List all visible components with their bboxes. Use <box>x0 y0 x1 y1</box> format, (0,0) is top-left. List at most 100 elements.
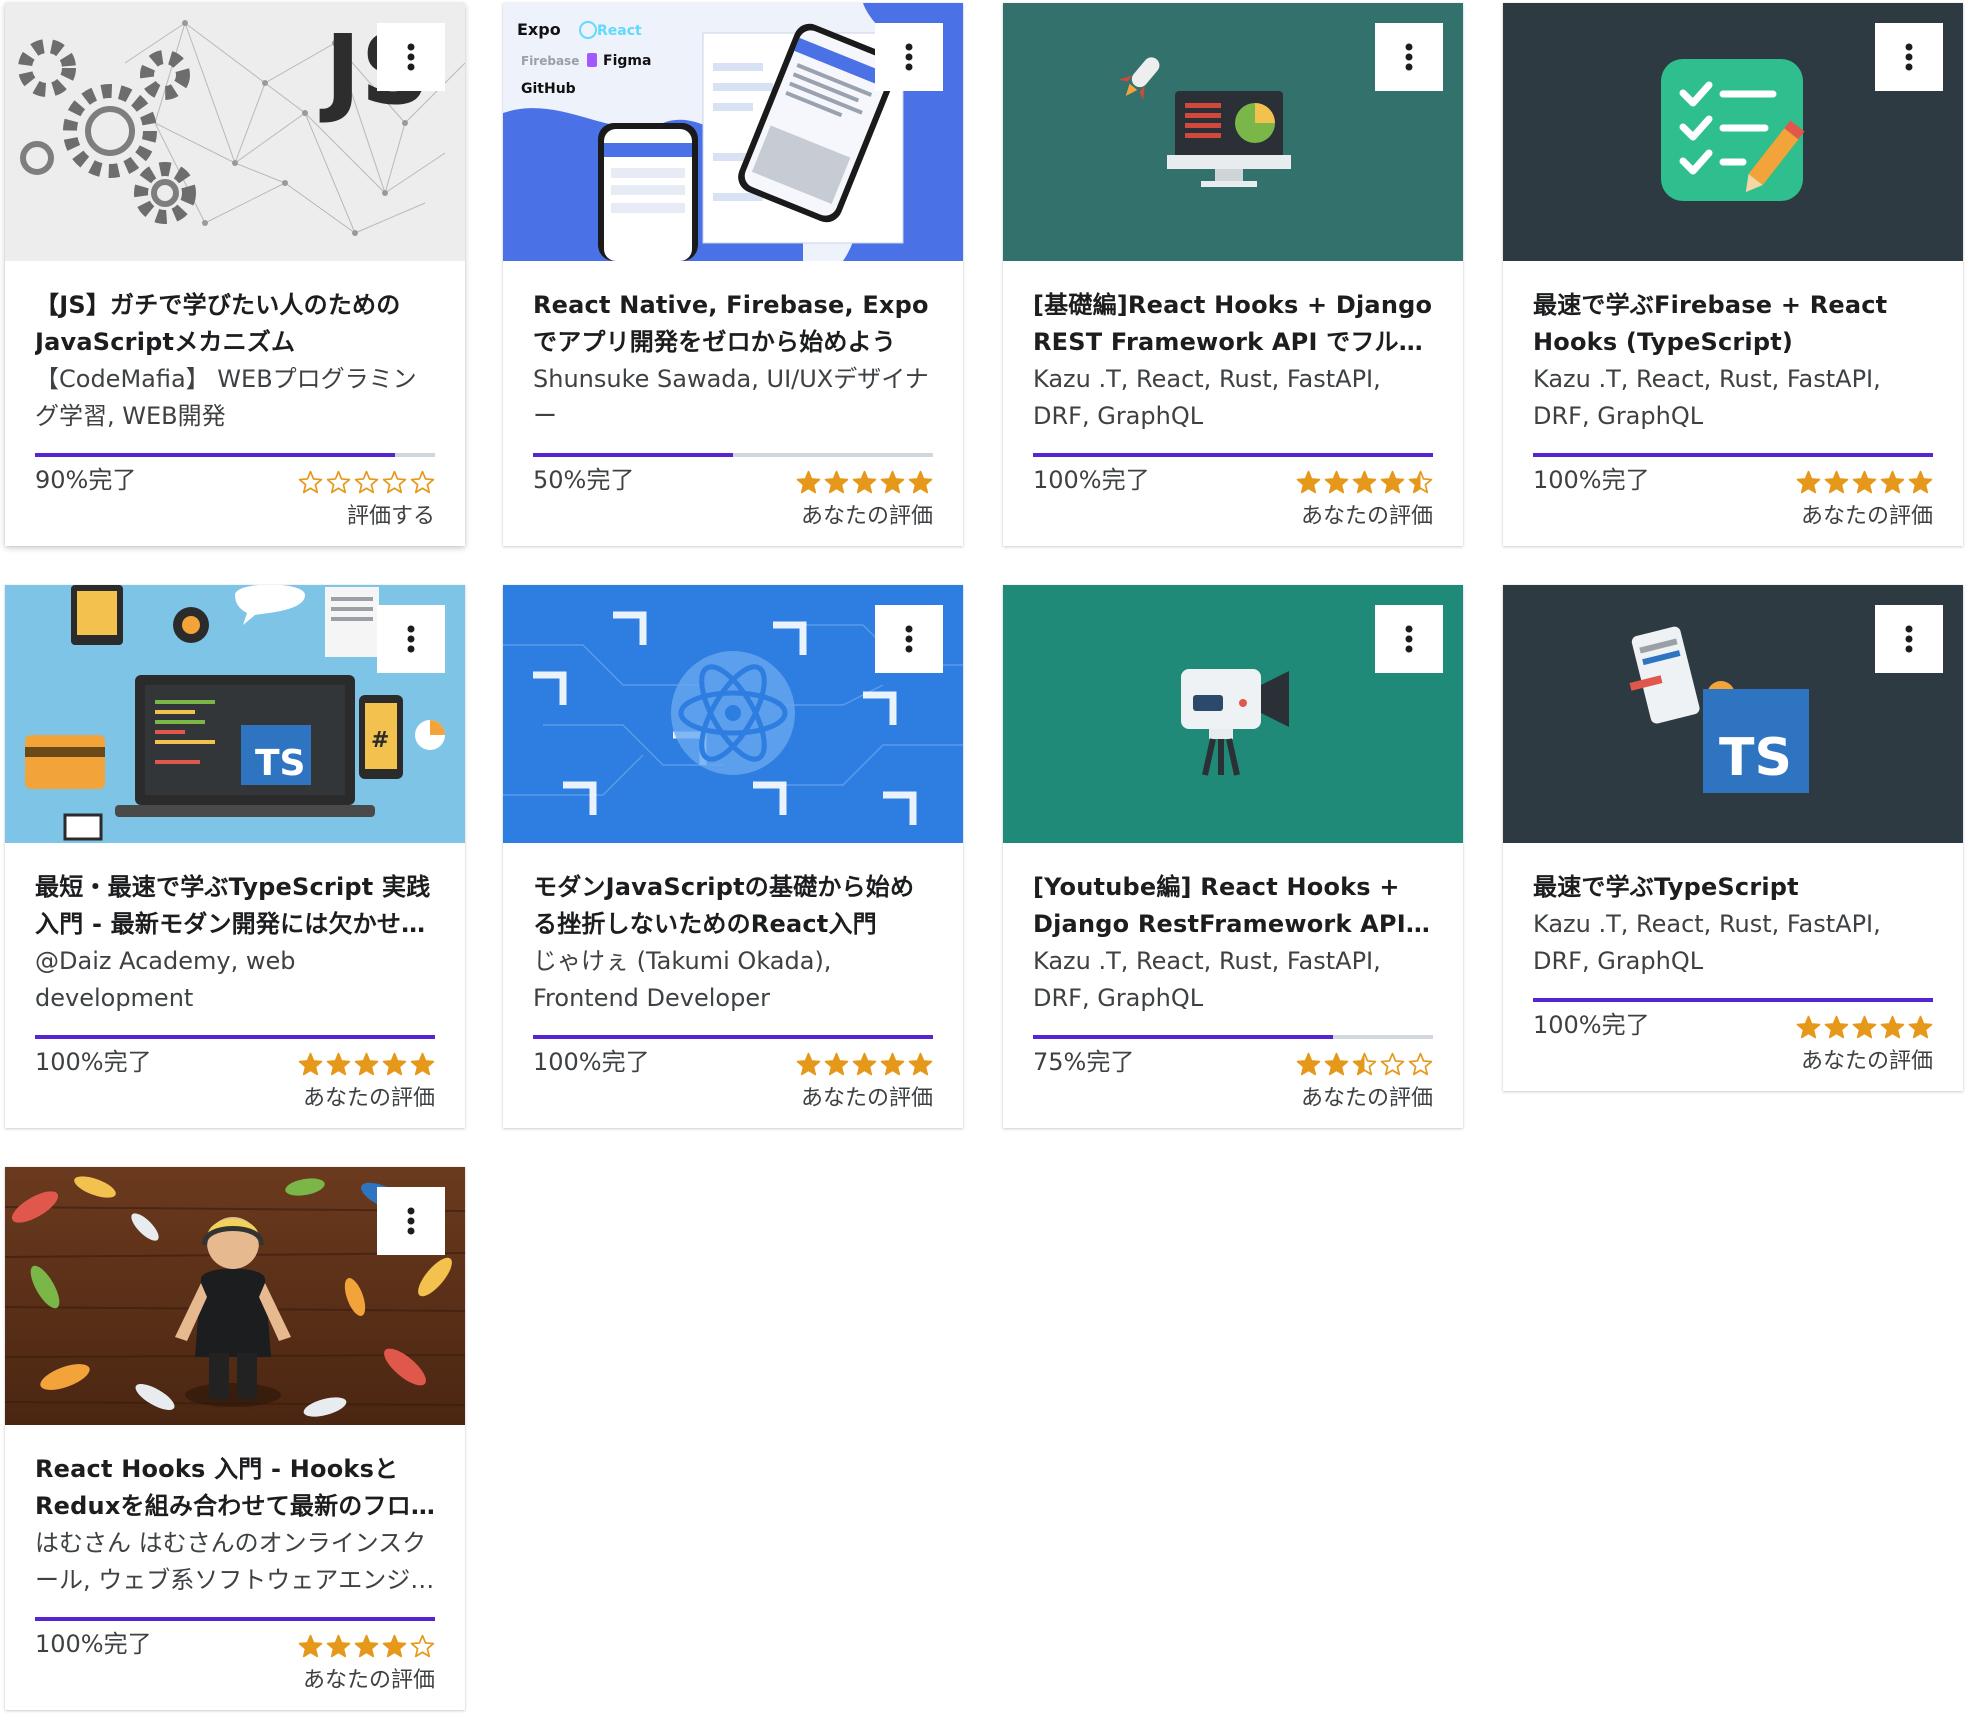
star-icon[interactable] <box>1824 1015 1849 1040</box>
course-rating[interactable]: あなたの評価 <box>298 1045 435 1114</box>
star-icon[interactable] <box>410 470 435 495</box>
course-thumbnail[interactable]: TS <box>1503 585 1963 843</box>
star-icon[interactable] <box>354 1634 379 1659</box>
star-icon[interactable] <box>1324 470 1349 495</box>
course-thumbnail[interactable] <box>1003 585 1463 843</box>
course-card[interactable]: [基礎編]React Hooks + Django REST Framework… <box>1003 3 1463 546</box>
rating-label[interactable]: 評価する <box>347 502 435 532</box>
course-rating[interactable]: あなたの評価 <box>1796 1008 1933 1077</box>
star-icon[interactable] <box>1908 470 1933 495</box>
course-options-button[interactable] <box>875 605 943 673</box>
star-icon[interactable] <box>1880 470 1905 495</box>
star-icon[interactable] <box>852 1052 877 1077</box>
star-icon[interactable] <box>1908 1015 1933 1040</box>
course-title[interactable]: モダンJavaScriptの基礎から始める挫折しないためのReact入門 <box>533 869 933 943</box>
star-icon[interactable] <box>824 470 849 495</box>
star-icon[interactable] <box>410 1052 435 1077</box>
star-icon[interactable] <box>410 1634 435 1659</box>
rating-stars[interactable] <box>796 470 933 496</box>
star-icon[interactable] <box>1352 470 1377 495</box>
course-rating[interactable]: あなたの評価 <box>1296 1045 1433 1114</box>
course-title[interactable]: [基礎編]React Hooks + Django REST Framework… <box>1033 287 1433 361</box>
star-icon[interactable] <box>824 1052 849 1077</box>
course-options-button[interactable] <box>377 1187 445 1255</box>
course-options-button[interactable] <box>1875 23 1943 91</box>
rating-label[interactable]: あなたの評価 <box>1801 1047 1933 1077</box>
course-card[interactable]: Expo React Firebase Figma GitHub React N… <box>503 3 963 546</box>
course-card[interactable]: モダンJavaScriptの基礎から始める挫折しないためのReact入門 じゃけ… <box>503 585 963 1128</box>
star-icon[interactable] <box>796 1052 821 1077</box>
course-card[interactable]: TS # 最短・最速で学ぶTypeScript 実践入門 - 最新モダン開発には… <box>5 585 465 1128</box>
star-icon[interactable] <box>326 1634 351 1659</box>
star-icon[interactable] <box>1380 1052 1405 1077</box>
star-icon[interactable] <box>382 1634 407 1659</box>
star-icon[interactable] <box>354 470 379 495</box>
rating-stars[interactable] <box>298 1052 435 1078</box>
course-thumbnail[interactable] <box>1003 3 1463 261</box>
star-icon[interactable] <box>1852 470 1877 495</box>
course-options-button[interactable] <box>1375 23 1443 91</box>
course-rating[interactable]: あなたの評価 <box>796 463 933 532</box>
course-card[interactable]: [Youtube編] React Hooks + Django RestFram… <box>1003 585 1463 1128</box>
course-card[interactable]: 最速で学ぶFirebase + React Hooks (TypeScript)… <box>1503 3 1963 546</box>
course-card[interactable]: JS 【JS】ガチで学びたい人のためのJavaScriptメカニズム 【Code… <box>5 3 465 546</box>
star-icon[interactable] <box>1296 470 1321 495</box>
star-icon[interactable] <box>326 470 351 495</box>
star-icon[interactable] <box>1796 1015 1821 1040</box>
course-title[interactable]: 最速で学ぶTypeScript <box>1533 869 1933 906</box>
course-thumbnail[interactable] <box>503 585 963 843</box>
star-icon[interactable] <box>1324 1052 1349 1077</box>
star-icon[interactable] <box>354 1052 379 1077</box>
star-icon[interactable] <box>298 470 323 495</box>
course-title[interactable]: 最速で学ぶFirebase + React Hooks (TypeScript) <box>1533 287 1933 361</box>
rating-stars[interactable] <box>796 1052 933 1078</box>
course-rating[interactable]: あなたの評価 <box>298 1627 435 1696</box>
course-options-button[interactable] <box>377 605 445 673</box>
course-thumbnail[interactable] <box>1503 3 1963 261</box>
rating-stars[interactable] <box>298 1634 435 1660</box>
rating-label[interactable]: あなたの評価 <box>801 502 933 532</box>
star-icon[interactable] <box>1380 470 1405 495</box>
course-title[interactable]: [Youtube編] React Hooks + Django RestFram… <box>1033 869 1433 943</box>
course-rating[interactable]: あなたの評価 <box>796 1045 933 1114</box>
course-options-button[interactable] <box>1375 605 1443 673</box>
course-rating[interactable]: あなたの評価 <box>1296 463 1433 532</box>
star-icon[interactable] <box>796 470 821 495</box>
star-icon[interactable] <box>1408 470 1433 495</box>
course-options-button[interactable] <box>1875 605 1943 673</box>
course-thumbnail[interactable]: Expo React Firebase Figma GitHub <box>503 3 963 261</box>
star-icon[interactable] <box>1824 470 1849 495</box>
rating-label[interactable]: あなたの評価 <box>1301 502 1433 532</box>
course-card[interactable]: React Hooks 入門 - HooksとReduxを組み合わせて最新のフロ… <box>5 1167 465 1710</box>
course-card[interactable]: TS 最速で学ぶTypeScript Kazu .T, React, Rust,… <box>1503 585 1963 1091</box>
course-thumbnail[interactable]: JS <box>5 3 465 261</box>
course-title[interactable]: 最短・最速で学ぶTypeScript 実践入門 - 最新モダン開発には欠かせない <box>35 869 435 943</box>
rating-label[interactable]: あなたの評価 <box>303 1084 435 1114</box>
star-icon[interactable] <box>1852 1015 1877 1040</box>
course-options-button[interactable] <box>377 23 445 91</box>
rating-label[interactable]: あなたの評価 <box>801 1084 933 1114</box>
course-title[interactable]: 【JS】ガチで学びたい人のためのJavaScriptメカニズム <box>35 287 435 361</box>
course-thumbnail[interactable]: TS # <box>5 585 465 843</box>
star-icon[interactable] <box>1296 1052 1321 1077</box>
rating-label[interactable]: あなたの評価 <box>1301 1084 1433 1114</box>
course-rating[interactable]: あなたの評価 <box>1796 463 1933 532</box>
rating-stars[interactable] <box>1296 1052 1433 1078</box>
star-icon[interactable] <box>908 470 933 495</box>
star-icon[interactable] <box>1408 1052 1433 1077</box>
star-icon[interactable] <box>880 470 905 495</box>
star-icon[interactable] <box>326 1052 351 1077</box>
star-icon[interactable] <box>1796 470 1821 495</box>
rating-label[interactable]: あなたの評価 <box>303 1666 435 1696</box>
star-icon[interactable] <box>1352 1052 1377 1077</box>
star-icon[interactable] <box>382 1052 407 1077</box>
star-icon[interactable] <box>908 1052 933 1077</box>
star-icon[interactable] <box>1880 1015 1905 1040</box>
course-title[interactable]: React Native, Firebase, Expoでアプリ開発をゼロから始… <box>533 287 933 361</box>
star-icon[interactable] <box>298 1634 323 1659</box>
rating-stars[interactable] <box>1296 470 1433 496</box>
star-icon[interactable] <box>382 470 407 495</box>
star-icon[interactable] <box>880 1052 905 1077</box>
course-options-button[interactable] <box>875 23 943 91</box>
course-thumbnail[interactable] <box>5 1167 465 1425</box>
